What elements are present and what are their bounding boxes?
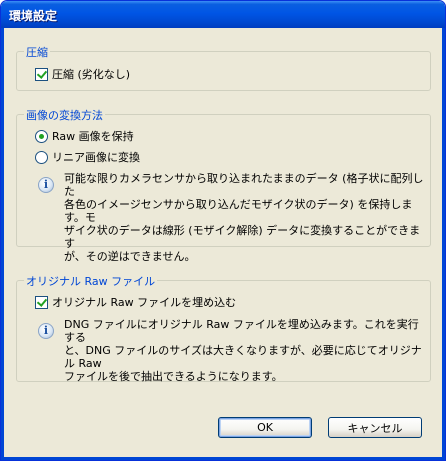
embed-raw-checkbox[interactable] [35, 295, 48, 309]
compression-checkbox[interactable] [35, 67, 48, 81]
embed-raw-checkbox-row[interactable]: オリジナル Raw ファイルを埋め込む [35, 294, 236, 310]
original-raw-info-text: DNG ファイルにオリジナル Raw ファイルを埋め込みます。これを実行する と… [64, 318, 424, 383]
window-border-right [442, 28, 445, 460]
original-raw-legend: オリジナル Raw ファイル [24, 273, 158, 289]
window-border-left [1, 28, 4, 460]
ok-button[interactable]: OK [218, 417, 312, 438]
original-raw-group: オリジナル Raw ファイル オリジナル Raw ファイルを埋め込む i DNG… [16, 273, 431, 383]
original-raw-info-line: と、DNG ファイルのサイズは大きくなりますが、必要に応じてオリジナル Raw [64, 344, 422, 370]
conversion-info-line: 可能な限りカメラセンサから取り込まれたままのデータ (格子状に配列した [64, 172, 424, 198]
conversion-group: 画像の変換方法 Raw 画像を保持 リニア画像に変換 i 可能な限りカメラセンサ… [16, 107, 431, 263]
radio-linear-label[interactable]: リニア画像に変換 [52, 149, 140, 165]
compression-checkbox-label[interactable]: 圧縮 (劣化なし) [52, 66, 130, 82]
conversion-info-line: 各色のイメージセンサから取り込んだモザイク状のデータ) を保持します。モ [64, 198, 413, 224]
radio-keep-raw[interactable] [35, 129, 48, 143]
compression-checkbox-row[interactable]: 圧縮 (劣化なし) [35, 66, 130, 82]
radio-linear[interactable] [35, 150, 48, 164]
radio-linear-row[interactable]: リニア画像に変換 [35, 149, 140, 165]
radio-keep-raw-row[interactable]: Raw 画像を保持 [35, 128, 134, 144]
conversion-info-line: ザイク状のデータは線形 (モザイク解除) データに変換することができます [64, 224, 421, 250]
info-icon: i [38, 323, 54, 339]
info-icon: i [38, 177, 54, 193]
conversion-info-text: 可能な限りカメラセンサから取り込まれたままのデータ (格子状に配列した 各色のイ… [64, 172, 424, 263]
compression-group: 圧縮 圧縮 (劣化なし) [16, 44, 431, 91]
radio-keep-raw-label[interactable]: Raw 画像を保持 [52, 128, 134, 144]
original-raw-info-line: ファイルを後で抽出できるようになります。 [64, 370, 283, 383]
window-title: 環境設定 [9, 9, 58, 23]
title-bar[interactable]: 環境設定 [1, 1, 445, 28]
window-border-bottom [1, 457, 445, 460]
cancel-button[interactable]: キャンセル [328, 417, 422, 438]
embed-raw-checkbox-label[interactable]: オリジナル Raw ファイルを埋め込む [52, 294, 236, 310]
preferences-dialog: 環境設定 圧縮 圧縮 (劣化なし) 画像の変換方法 Raw 画像を保持 リニア画… [0, 0, 446, 461]
conversion-info-line: が、その逆はできません。 [64, 250, 196, 263]
conversion-legend: 画像の変換方法 [24, 107, 105, 123]
original-raw-info-line: DNG ファイルにオリジナル Raw ファイルを埋め込みます。これを実行する [64, 318, 419, 344]
compression-legend: 圧縮 [24, 44, 50, 60]
